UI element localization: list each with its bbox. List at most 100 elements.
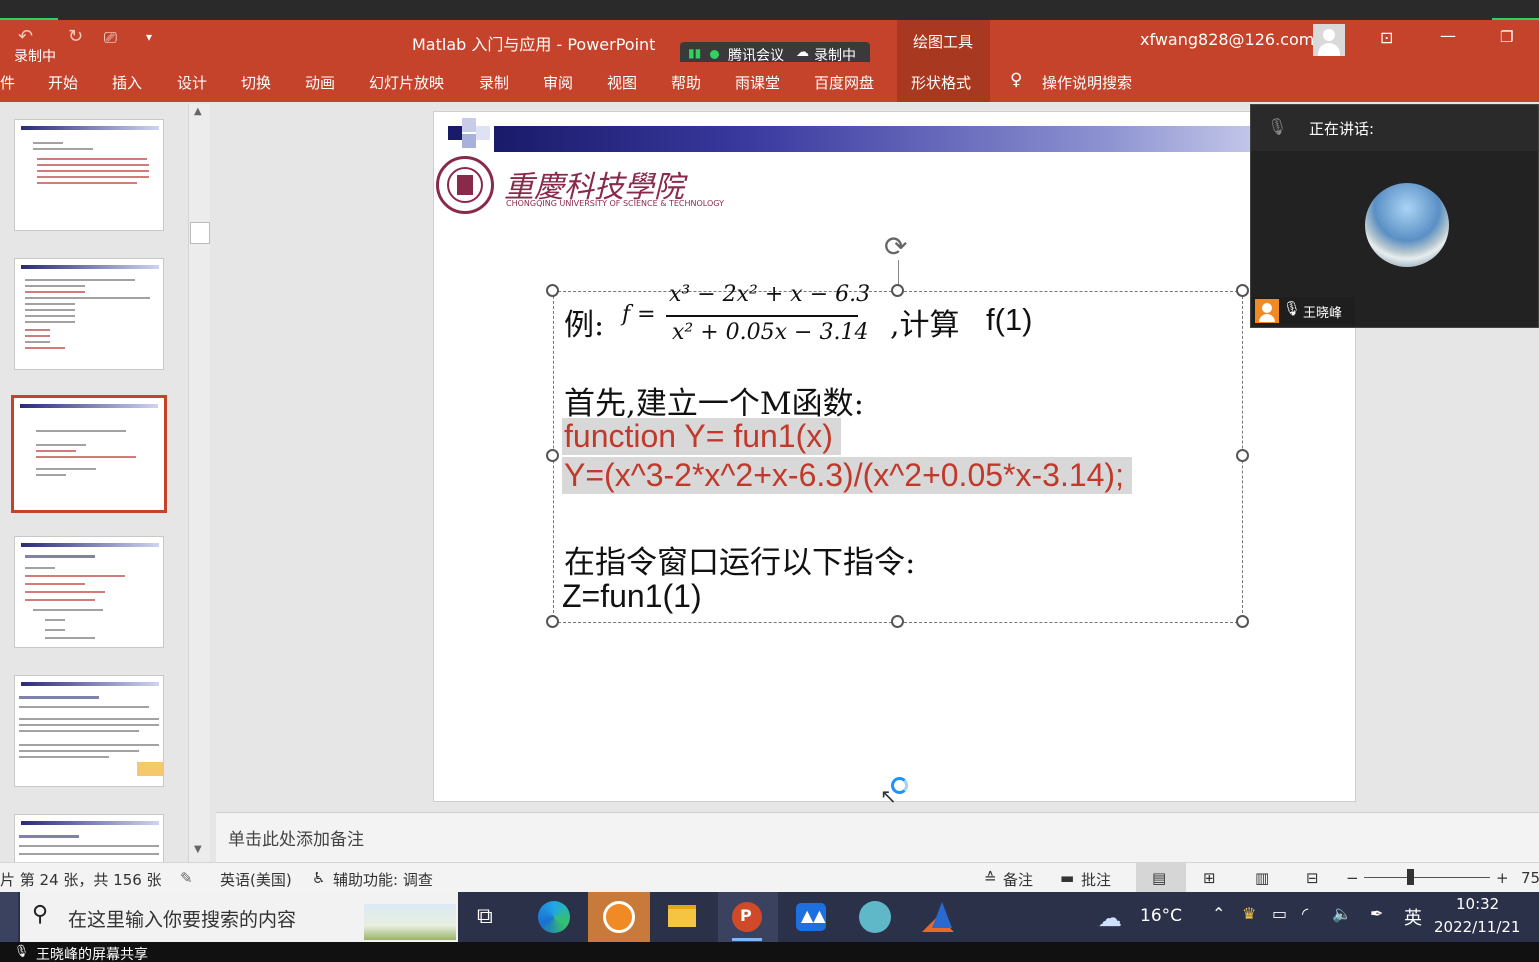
status-bar: 片 第 24 张，共 156 张 ✎ 英语(美国) ♿ 辅助功能: 调查 ≙ 备… bbox=[0, 862, 1539, 892]
resize-handle[interactable] bbox=[546, 615, 559, 628]
present-from-start-icon[interactable]: ⎚ bbox=[104, 28, 117, 48]
slide-thumbnail[interactable] bbox=[14, 258, 164, 370]
redo-icon[interactable]: ↻ bbox=[68, 26, 83, 47]
ribbon-display-icon[interactable]: ⊡ bbox=[1380, 28, 1393, 47]
undo-icon[interactable]: ↶ bbox=[18, 26, 33, 47]
app-highlight bbox=[588, 892, 650, 942]
resize-handle[interactable] bbox=[891, 284, 904, 297]
resize-handle[interactable] bbox=[1236, 284, 1249, 297]
wifi-icon[interactable]: ◜ bbox=[1302, 904, 1308, 923]
slideshow-icon[interactable]: ⊟ bbox=[1306, 869, 1319, 887]
tray-app-icon[interactable]: ♛ bbox=[1242, 904, 1256, 923]
language-status[interactable]: 英语(美国) bbox=[220, 869, 292, 890]
tab-rain-classroom[interactable]: 雨课堂 bbox=[735, 72, 780, 93]
slide-thumbnail[interactable] bbox=[14, 675, 164, 787]
tab-slideshow[interactable]: 幻灯片放映 bbox=[369, 72, 444, 93]
scroll-up-icon[interactable]: ▲ bbox=[194, 106, 202, 117]
slide-thumbnail[interactable] bbox=[14, 814, 164, 864]
tray-chevron-icon[interactable]: ⌃ bbox=[1212, 904, 1225, 923]
accessibility-status[interactable]: 辅助功能: 调查 bbox=[333, 869, 433, 890]
resize-handle[interactable] bbox=[891, 615, 904, 628]
speaking-label: 正在讲话: bbox=[1309, 120, 1375, 138]
edge-icon[interactable] bbox=[538, 901, 570, 933]
university-name-en: CHONGQING UNIVERSITY OF SCIENCE & TECHNO… bbox=[506, 199, 724, 208]
handshake-app-icon[interactable] bbox=[859, 901, 891, 933]
title-bar: ↶ ↻ ⎚ ▾ 录制中 Matlab 入门与应用 - PowerPoint ▮▮… bbox=[0, 20, 1539, 68]
resize-handle[interactable] bbox=[546, 449, 559, 462]
share-mic-icon: 🎙 bbox=[14, 944, 30, 958]
comments-button[interactable]: 批注 bbox=[1081, 869, 1111, 890]
rotate-handle-icon[interactable]: ⟳ bbox=[884, 230, 907, 263]
slide-canvas[interactable]: 重慶科技學院 CHONGQING UNIVERSITY OF SCIENCE &… bbox=[433, 111, 1356, 808]
slide-sorter-icon[interactable]: ⊞ bbox=[1203, 869, 1216, 887]
ime-indicator[interactable]: 英 bbox=[1404, 904, 1422, 930]
account-email[interactable]: xfwang828@126.com bbox=[1140, 30, 1314, 49]
scroll-thumb[interactable] bbox=[190, 222, 210, 244]
slide-count[interactable]: 片 第 24 张，共 156 张 bbox=[0, 869, 162, 890]
taskbar-search[interactable]: ⚲ 在这里输入你要搜索的内容 bbox=[20, 892, 458, 942]
tell-me-search[interactable]: 操作说明搜索 bbox=[1042, 72, 1132, 93]
comments-icon: ▬ bbox=[1060, 869, 1075, 887]
powerpoint-icon[interactable]: P bbox=[732, 902, 762, 932]
shape-format-tab-bg: 形状格式 bbox=[897, 62, 990, 102]
powerpoint-active-bg: P bbox=[718, 892, 778, 942]
slide-thumbnail-current[interactable] bbox=[11, 395, 167, 513]
resize-handle[interactable] bbox=[546, 284, 559, 297]
zoom-level[interactable]: 75 bbox=[1521, 869, 1539, 887]
zoom-slider-thumb[interactable] bbox=[1407, 869, 1414, 885]
volume-icon[interactable]: 🔈 bbox=[1332, 904, 1352, 923]
slide-thumbnail[interactable] bbox=[14, 536, 164, 648]
code-line-1: function Y= fun1(x) bbox=[562, 418, 841, 455]
thumbnail-pane[interactable] bbox=[0, 102, 212, 864]
file-explorer-icon[interactable] bbox=[668, 905, 696, 927]
battery-icon[interactable]: ▭ bbox=[1272, 904, 1287, 923]
tab-home[interactable]: 开始 bbox=[48, 72, 78, 93]
weather-temp[interactable]: 16°C bbox=[1140, 906, 1182, 926]
notes-button[interactable]: 备注 bbox=[1003, 869, 1033, 890]
tab-insert[interactable]: 插入 bbox=[112, 72, 142, 93]
matlab-icon[interactable] bbox=[922, 902, 956, 932]
restore-icon[interactable]: ❐ bbox=[1500, 28, 1513, 46]
header-square bbox=[448, 126, 462, 140]
notes-placeholder: 单击此处添加备注 bbox=[228, 830, 364, 850]
minimize-icon[interactable]: — bbox=[1440, 26, 1456, 45]
tab-shape-format-active[interactable]: 形状格式 bbox=[911, 72, 971, 93]
tab-view[interactable]: 视图 bbox=[607, 72, 637, 93]
tab-transitions[interactable]: 切换 bbox=[241, 72, 271, 93]
clock-date[interactable]: 2022/11/21 bbox=[1434, 918, 1520, 936]
screen: ↶ ↻ ⎚ ▾ 录制中 Matlab 入门与应用 - PowerPoint ▮▮… bbox=[0, 0, 1539, 962]
spelling-icon[interactable]: ✎ bbox=[180, 869, 193, 887]
normal-view-icon[interactable]: ▤ bbox=[1152, 869, 1166, 887]
search-placeholder: 在这里输入你要搜索的内容 bbox=[68, 909, 297, 931]
tab-baidu-netdisk[interactable]: 百度网盘 bbox=[814, 72, 874, 93]
header-square bbox=[462, 134, 476, 148]
start-button[interactable] bbox=[0, 892, 18, 942]
tab-help[interactable]: 帮助 bbox=[671, 72, 701, 93]
customize-qat-icon[interactable]: ▾ bbox=[146, 30, 152, 44]
meeting-video-panel[interactable]: 🎙 正在讲话: 🎙 王晓峰 bbox=[1250, 104, 1539, 328]
tab-file[interactable]: 件 bbox=[0, 72, 15, 93]
zoom-out-icon[interactable]: − bbox=[1346, 869, 1359, 887]
tab-record[interactable]: 录制 bbox=[479, 72, 509, 93]
tab-design[interactable]: 设计 bbox=[177, 72, 207, 93]
pen-icon[interactable]: ✒ bbox=[1370, 904, 1383, 923]
orange-app-icon[interactable] bbox=[603, 901, 635, 933]
notes-pane[interactable]: 单击此处添加备注 bbox=[216, 812, 1539, 862]
task-view-icon[interactable]: ⧉ bbox=[477, 904, 493, 929]
scroll-down-icon[interactable]: ▼ bbox=[194, 844, 202, 855]
tencent-meeting-icon[interactable]: ▲▲ bbox=[796, 903, 826, 931]
header-bar bbox=[494, 126, 1356, 152]
reading-view-icon[interactable]: ▥ bbox=[1255, 869, 1269, 887]
weather-cloud-icon[interactable]: ☁ bbox=[1098, 904, 1122, 932]
tab-review[interactable]: 审阅 bbox=[543, 72, 573, 93]
zoom-in-icon[interactable]: + bbox=[1496, 869, 1509, 887]
avatar[interactable] bbox=[1313, 24, 1345, 56]
resize-handle[interactable] bbox=[1236, 615, 1249, 628]
resize-handle[interactable] bbox=[1236, 449, 1249, 462]
clock-time[interactable]: 10:32 bbox=[1456, 895, 1499, 913]
tab-animations[interactable]: 动画 bbox=[305, 72, 335, 93]
thumbnail-scrollbar[interactable]: ▲ ▼ bbox=[188, 104, 210, 862]
slide-thumbnail[interactable] bbox=[14, 119, 164, 231]
live-dot-icon bbox=[710, 50, 719, 59]
zoom-slider[interactable] bbox=[1364, 877, 1490, 878]
